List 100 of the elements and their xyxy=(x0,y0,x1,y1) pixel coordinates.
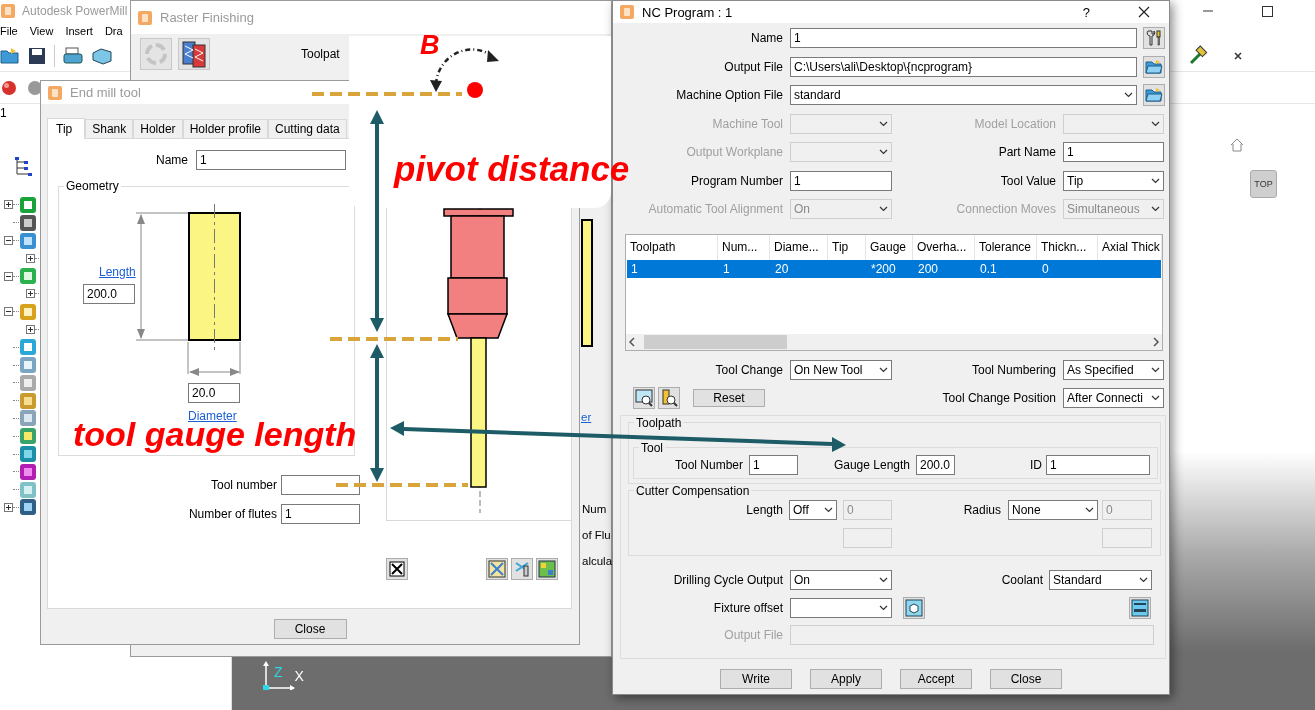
pattern-icon xyxy=(488,560,506,578)
tab[interactable]: Holder xyxy=(133,119,183,138)
column-header[interactable]: Axial Thick xyxy=(1098,234,1162,260)
text-field[interactable]: 1 xyxy=(196,150,346,170)
browse-button[interactable] xyxy=(1143,55,1165,78)
text-field[interactable]: C:\Users\ali\Desktop\{ncprogram} xyxy=(790,56,1137,77)
text-field[interactable]: 1 xyxy=(790,28,1137,49)
find-button[interactable] xyxy=(633,387,655,409)
text-field[interactable]: 200.0 xyxy=(916,454,955,475)
dropdown[interactable]: As Specified xyxy=(1063,359,1164,380)
menu-item[interactable]: View xyxy=(29,25,54,37)
sphere-icon[interactable] xyxy=(0,78,18,97)
layers-icon xyxy=(19,427,37,446)
menu-item[interactable]: File xyxy=(0,25,18,37)
column-header[interactable]: Tip xyxy=(828,234,866,260)
caret-icon xyxy=(1151,395,1160,401)
field-label: Part Name xyxy=(998,145,1056,160)
home-icon[interactable] xyxy=(1230,138,1244,152)
hierarchy-icon[interactable] xyxy=(12,156,34,178)
find-tool-button[interactable] xyxy=(658,387,680,409)
caret-icon xyxy=(1151,120,1160,127)
caret-icon xyxy=(1085,506,1094,513)
column-header[interactable]: Gauge xyxy=(866,234,913,260)
collapse-icon[interactable] xyxy=(4,307,13,317)
hammer-icon[interactable] xyxy=(1187,44,1209,67)
text-field[interactable]: 1 xyxy=(281,504,360,524)
browse-button[interactable] xyxy=(1143,84,1165,107)
tool-button[interactable] xyxy=(511,558,533,580)
column-header[interactable]: Toolpath xyxy=(626,234,718,260)
link[interactable]: er xyxy=(581,411,592,423)
axis-triad-icon xyxy=(262,660,296,690)
text-field[interactable]: 200.0 xyxy=(83,284,135,304)
grid-button[interactable] xyxy=(536,558,558,580)
block-icon[interactable] xyxy=(91,46,113,65)
printer-icon[interactable] xyxy=(63,46,83,65)
logo-icon xyxy=(0,3,16,19)
dialog-button[interactable]: Accept xyxy=(900,668,972,689)
pattern-button[interactable] xyxy=(178,38,210,70)
tools-icon xyxy=(1145,29,1163,48)
group-title: Cutter Compensation xyxy=(635,483,751,498)
pattern-button[interactable] xyxy=(486,558,508,580)
column-header[interactable]: Num... xyxy=(718,234,770,260)
close-button[interactable]: Close xyxy=(273,619,347,639)
tab[interactable]: Cutting data xyxy=(268,119,347,138)
dropdown[interactable]: After Connecti xyxy=(1063,388,1164,408)
menu-item[interactable]: Insert xyxy=(65,25,93,37)
dropdown[interactable]: Off xyxy=(789,499,837,520)
dialog-button[interactable]: Close xyxy=(990,668,1062,689)
stack-icon xyxy=(19,231,37,250)
caret-icon xyxy=(824,506,833,513)
dropdown[interactable]: Tip xyxy=(1063,170,1164,191)
text-field[interactable]: 1 xyxy=(1063,142,1164,163)
dropdown[interactable]: On xyxy=(790,569,892,590)
collapse-icon[interactable] xyxy=(4,236,13,245)
column-header[interactable]: Diame... xyxy=(770,234,828,260)
machine-icon xyxy=(19,445,37,464)
reset-button[interactable]: Reset xyxy=(693,389,765,407)
magnifier-icon xyxy=(660,389,678,407)
close-icon[interactable] xyxy=(1233,50,1243,61)
view-cube[interactable]: TOP xyxy=(1250,170,1277,198)
table-row[interactable]: 1 1 20 *200 200 0.1 0 xyxy=(627,259,1161,278)
horizontal-scrollbar[interactable] xyxy=(626,333,1162,350)
text-field[interactable]: 20.0 xyxy=(188,383,240,403)
annotation-label: B xyxy=(420,32,440,59)
column-header[interactable]: Thickn... xyxy=(1037,234,1098,260)
maximize-icon[interactable] xyxy=(1262,5,1273,17)
text-field[interactable]: 1 xyxy=(1046,454,1150,475)
column-header[interactable]: Overha... xyxy=(913,234,975,260)
column-header[interactable]: Tolerance xyxy=(975,234,1037,260)
fit-view-button[interactable] xyxy=(386,558,408,580)
fixture-button[interactable] xyxy=(903,596,925,619)
text-field[interactable]: 1 xyxy=(790,170,892,191)
close-icon[interactable] xyxy=(1138,6,1150,18)
dropdown[interactable]: Standard xyxy=(1049,569,1152,590)
folder-icon[interactable] xyxy=(0,46,20,65)
help-button[interactable]: ? xyxy=(1082,4,1090,20)
dropdown[interactable]: standard xyxy=(790,85,1137,106)
table-cell: 20 xyxy=(775,261,789,276)
group-title: Tool xyxy=(640,440,664,455)
numbering-button[interactable] xyxy=(1129,596,1151,619)
tab[interactable]: Holder profile xyxy=(182,119,268,138)
group-title: Toolpath xyxy=(635,415,683,430)
caret-icon xyxy=(879,576,888,583)
tab[interactable]: Tip xyxy=(47,118,86,139)
dropdown[interactable] xyxy=(790,597,892,618)
pyramid-icon xyxy=(19,462,37,481)
collapse-icon[interactable] xyxy=(4,271,13,281)
menu-item[interactable]: Dra xyxy=(104,25,123,37)
text-field[interactable]: 1 xyxy=(749,454,798,475)
dropdown[interactable]: None xyxy=(1008,499,1098,520)
dropdown[interactable]: On New Tool xyxy=(790,359,892,380)
length-link[interactable]: Length xyxy=(99,265,136,279)
save-icon[interactable] xyxy=(28,46,46,65)
caret-icon xyxy=(879,149,888,156)
text-field[interactable] xyxy=(281,475,360,495)
caret-icon xyxy=(879,366,888,373)
tools-button[interactable] xyxy=(1143,27,1165,50)
dialog-button[interactable]: Apply xyxy=(810,668,882,689)
dialog-button[interactable]: Write xyxy=(720,668,792,689)
tab[interactable]: Shank xyxy=(85,119,134,138)
